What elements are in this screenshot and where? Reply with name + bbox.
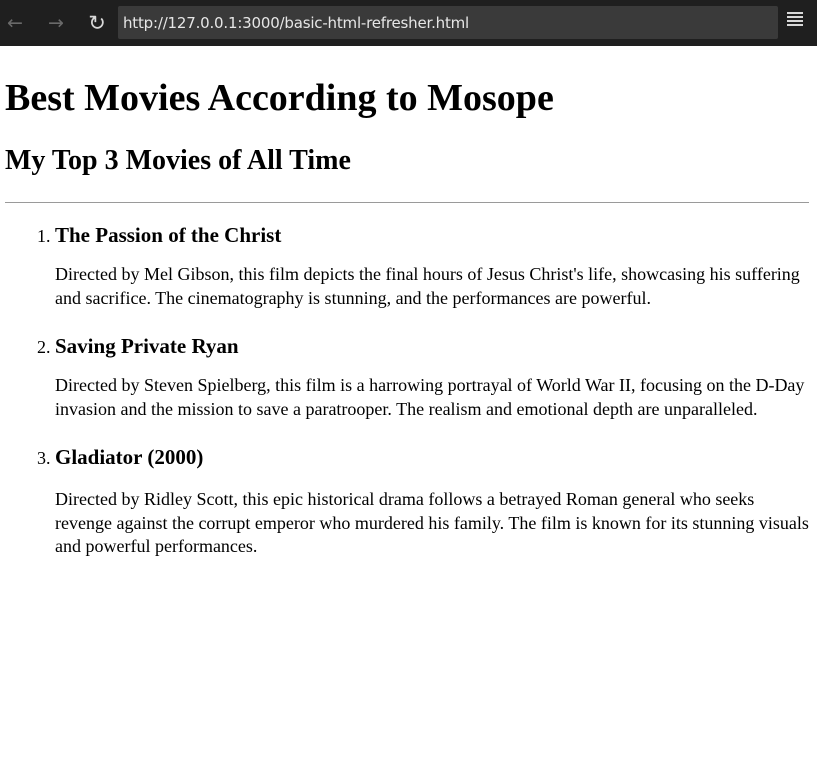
movie-description: Directed by Mel Gibson, this film depict… bbox=[55, 264, 800, 308]
url-text[interactable]: http://127.0.0.1:3000/basic-html-refresh… bbox=[123, 14, 469, 32]
list-item: The Passion of the Christ Directed by Me… bbox=[55, 221, 809, 310]
hamburger-menu-icon[interactable] bbox=[787, 12, 807, 32]
page-subtitle: My Top 3 Movies of All Time bbox=[5, 145, 351, 176]
movie-title: Gladiator (2000) bbox=[55, 445, 204, 469]
address-bar[interactable]: http://127.0.0.1:3000/basic-html-refresh… bbox=[118, 6, 778, 39]
divider bbox=[5, 202, 809, 203]
movie-title: Saving Private Ryan bbox=[55, 334, 239, 358]
page-content: Best Movies According to Mosope My Top 3… bbox=[0, 46, 817, 761]
movie-list: The Passion of the Christ Directed by Me… bbox=[5, 221, 809, 559]
list-item: Saving Private Ryan Directed by Steven S… bbox=[55, 332, 809, 421]
movie-description: Directed by Steven Spielberg, this film … bbox=[55, 375, 805, 419]
list-item: Gladiator (2000) Directed by Ridley Scot… bbox=[55, 443, 809, 559]
movie-title: The Passion of the Christ bbox=[55, 223, 282, 247]
page-title: Best Movies According to Mosope bbox=[5, 77, 554, 119]
back-arrow-icon[interactable]: ← bbox=[0, 7, 30, 39]
forward-arrow-icon[interactable]: → bbox=[30, 7, 82, 39]
reload-icon[interactable]: ↻ bbox=[82, 7, 112, 39]
movie-description: Directed by Ridley Scott, this epic hist… bbox=[55, 489, 809, 556]
browser-toolbar: ← → ↻ http://127.0.0.1:3000/basic-html-r… bbox=[0, 0, 817, 46]
